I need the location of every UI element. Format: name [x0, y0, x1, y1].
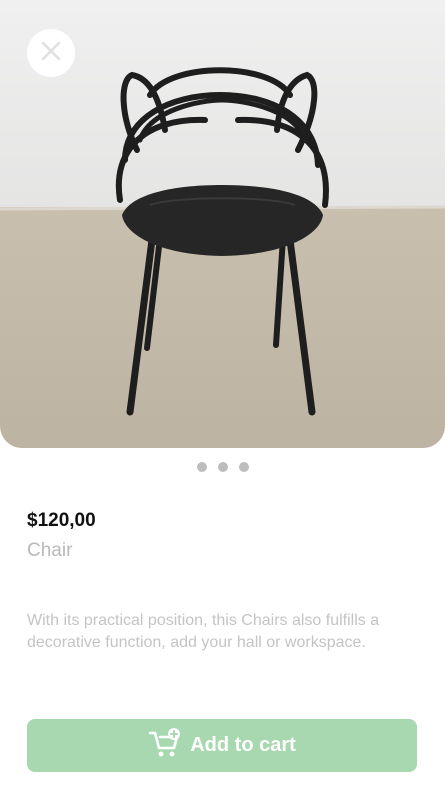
carousel-dot-1[interactable] [196, 462, 207, 472]
close-button[interactable] [27, 29, 75, 77]
product-description: With its practical position, this Chairs… [27, 612, 380, 651]
close-icon [40, 40, 62, 67]
add-to-cart-label: Add to cart [190, 734, 296, 756]
product-name: Chair [27, 540, 73, 561]
cart-plus-icon [148, 727, 182, 764]
add-to-cart-button[interactable]: Add to cart [27, 719, 417, 772]
carousel-dot-3[interactable] [238, 462, 249, 472]
carousel-dot-2[interactable] [217, 462, 228, 472]
carousel-indicators [0, 462, 445, 474]
product-price: $120,00 [27, 510, 96, 531]
